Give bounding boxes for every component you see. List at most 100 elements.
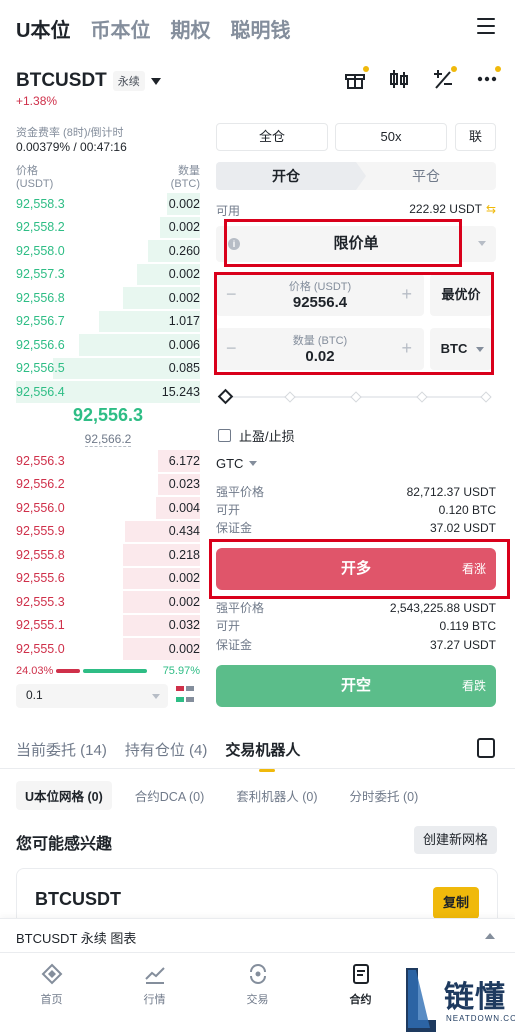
bid-price: 92,558.2	[16, 220, 65, 235]
create-grid-button[interactable]: 创建新网格	[413, 826, 497, 854]
mid-price[interactable]: 92,556.3	[16, 405, 200, 426]
top-nav: U本位 币本位 期权 聪明钱	[0, 0, 515, 56]
copy-button[interactable]: 复制	[433, 887, 479, 919]
chip-usdm-grid[interactable]: U本位网格 (0)	[16, 780, 112, 810]
ask-row[interactable]: 92,555.1 0.032	[16, 614, 200, 638]
ask-price: 92,555.1	[16, 618, 65, 633]
tpsl-checkbox[interactable]: 止盈/止损	[218, 426, 295, 445]
bid-row[interactable]: 92,558.3 0.002	[16, 192, 200, 216]
ask-price: 92,555.3	[16, 594, 65, 609]
chip-futures-dca[interactable]: 合约DCA (0)	[126, 781, 213, 810]
bid-row[interactable]: 92,557.3 0.002	[16, 263, 200, 287]
futures-icon	[309, 963, 412, 985]
tab-positions[interactable]: 持有仓位 (4)	[125, 739, 208, 760]
chip-twap[interactable]: 分时委托 (0)	[341, 781, 428, 810]
bid-qty: 0.002	[168, 196, 200, 211]
time-in-force-select[interactable]: GTC	[216, 456, 258, 471]
ask-row[interactable]: 92,555.3 0.002	[16, 590, 200, 614]
bid-row[interactable]: 92,556.5 0.085	[16, 357, 200, 381]
gift-icon[interactable]	[343, 66, 369, 92]
bid-qty: 0.002	[168, 290, 200, 305]
ask-price: 92,556.2	[16, 477, 65, 492]
quantity-value[interactable]: 0.02	[216, 348, 424, 365]
tab-options[interactable]: 期权	[170, 14, 210, 43]
more-icon[interactable]	[475, 66, 501, 92]
bid-qty: 15.243	[161, 384, 200, 399]
bid-row[interactable]: 92,556.4 15.243	[16, 380, 200, 404]
quantity-slider[interactable]	[217, 388, 492, 405]
chip-arbitrage-bot[interactable]: 套利机器人 (0)	[227, 781, 326, 810]
margin-mode-button[interactable]: 全仓	[216, 123, 328, 151]
long-margin: 保证金 37.02 USDT	[216, 521, 496, 535]
open-short-button[interactable]: 开空 看跌	[216, 665, 496, 707]
ask-row[interactable]: 92,555.8 0.218	[16, 543, 200, 567]
ask-row[interactable]: 92,556.2 0.023	[16, 473, 200, 497]
price-decrement-button[interactable]: −	[226, 284, 237, 305]
nav-trade[interactable]: 交易	[206, 953, 309, 1035]
price-input[interactable]: − 价格 (USDT) 92556.4 +	[216, 274, 424, 316]
transfer-icon[interactable]: ⇆	[486, 202, 496, 216]
tab-usdm[interactable]: U本位	[16, 14, 70, 43]
chart-drawer[interactable]: BTCUSDT 永续 图表	[0, 918, 515, 952]
info-icon[interactable]: i	[228, 238, 240, 250]
tab-open[interactable]: 开仓	[216, 162, 366, 190]
price-value[interactable]: 92556.4	[216, 294, 424, 311]
orderbook-layout-icon[interactable]	[176, 686, 196, 706]
ask-qty: 0.002	[168, 571, 200, 586]
qty-increment-button[interactable]: +	[401, 338, 412, 359]
history-icon[interactable]	[477, 738, 495, 758]
menu-icon[interactable]	[477, 18, 495, 34]
chevron-up-icon[interactable]	[485, 933, 495, 939]
chevron-down-icon[interactable]	[150, 77, 161, 85]
available-balance: 可用 222.92 USDT ⇆	[216, 202, 496, 218]
symbol-name[interactable]: BTCUSDT	[16, 70, 107, 92]
price-increment-button[interactable]: +	[401, 284, 412, 305]
nav-futures[interactable]: 合约	[309, 953, 412, 1035]
tab-trading-bots[interactable]: 交易机器人	[225, 739, 300, 772]
bid-qty: 1.017	[168, 314, 200, 329]
watermark-text: 链懂	[444, 981, 506, 1014]
nav-home[interactable]: 首页	[0, 953, 103, 1035]
ask-price: 92,556.0	[16, 500, 65, 515]
open-long-button[interactable]: 开多 看涨	[216, 548, 496, 590]
ask-row[interactable]: 92,555.6 0.002	[16, 567, 200, 591]
nav-markets[interactable]: 行情	[103, 953, 206, 1035]
precision-select[interactable]: 0.1	[16, 684, 168, 708]
ask-qty: 0.002	[168, 594, 200, 609]
tab-open-orders[interactable]: 当前委托 (14)	[16, 739, 107, 760]
ask-row[interactable]: 92,555.0 0.002	[16, 637, 200, 661]
tab-close[interactable]: 平仓	[356, 162, 496, 190]
qty-unit-select[interactable]: BTC	[430, 328, 492, 370]
ask-row[interactable]: 92,556.0 0.004	[16, 496, 200, 520]
qty-header: 数量	[178, 165, 200, 177]
price-change: +1.38%	[16, 94, 58, 108]
symbol-selector: BTCUSDT 永续	[16, 66, 501, 96]
order-type-select[interactable]: i 限价单	[216, 226, 496, 262]
candlestick-icon[interactable]	[387, 68, 411, 92]
qty-decrement-button[interactable]: −	[226, 338, 237, 359]
ask-price: 92,555.8	[16, 547, 65, 562]
ask-qty: 0.218	[168, 547, 200, 562]
slider-handle[interactable]	[217, 388, 234, 405]
tab-smart-money[interactable]: 聪明钱	[230, 14, 290, 43]
asset-mode-button[interactable]: 联	[455, 123, 496, 151]
bid-row[interactable]: 92,556.8 0.002	[16, 286, 200, 310]
bbo-button[interactable]: 最优价	[430, 274, 492, 316]
ask-qty: 0.023	[168, 477, 200, 492]
available-value: 222.92 USDT	[409, 202, 482, 216]
chevron-down-icon	[249, 461, 258, 466]
long-max-open: 可开 0.120 BTC	[216, 503, 496, 517]
ask-row[interactable]: 92,555.9 0.434	[16, 520, 200, 544]
calculator-icon[interactable]	[431, 66, 457, 92]
bid-row[interactable]: 92,556.6 0.006	[16, 333, 200, 357]
ask-row[interactable]: 92,556.3 6.172	[16, 449, 200, 473]
buy-ratio: 24.03%	[16, 665, 54, 677]
bid-row[interactable]: 92,558.2 0.002	[16, 216, 200, 240]
quantity-input[interactable]: − 数量 (BTC) 0.02 +	[216, 328, 424, 370]
bid-row[interactable]: 92,558.0 0.260	[16, 239, 200, 263]
bid-row[interactable]: 92,556.7 1.017	[16, 310, 200, 334]
leverage-button[interactable]: 50x	[335, 123, 447, 151]
short-margin: 保证金 37.27 USDT	[216, 638, 496, 652]
tab-coinm[interactable]: 币本位	[90, 14, 150, 43]
home-icon	[0, 963, 103, 985]
